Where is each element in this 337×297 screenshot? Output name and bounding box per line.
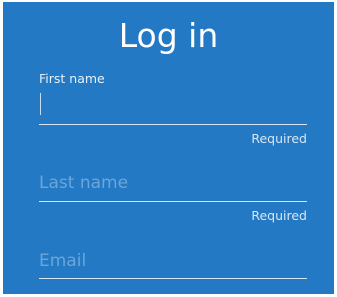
page-title: Log in bbox=[118, 16, 219, 55]
first-name-required-hint: Required bbox=[251, 131, 307, 146]
last-name-field[interactable]: Required bbox=[39, 168, 307, 228]
login-panel: Log in First name Required Required bbox=[3, 2, 334, 294]
screen: Log in First name Required Required bbox=[0, 0, 337, 297]
last-name-underline bbox=[39, 201, 307, 202]
email-field[interactable] bbox=[39, 246, 307, 286]
first-name-underline bbox=[39, 124, 307, 125]
last-name-input[interactable] bbox=[39, 168, 307, 198]
text-cursor bbox=[40, 93, 41, 115]
first-name-label: First name bbox=[39, 71, 105, 86]
first-name-input[interactable] bbox=[39, 91, 307, 121]
first-name-field[interactable]: First name Required bbox=[39, 71, 307, 151]
email-input[interactable] bbox=[39, 246, 307, 276]
email-underline bbox=[39, 278, 307, 279]
last-name-required-hint: Required bbox=[251, 208, 307, 223]
